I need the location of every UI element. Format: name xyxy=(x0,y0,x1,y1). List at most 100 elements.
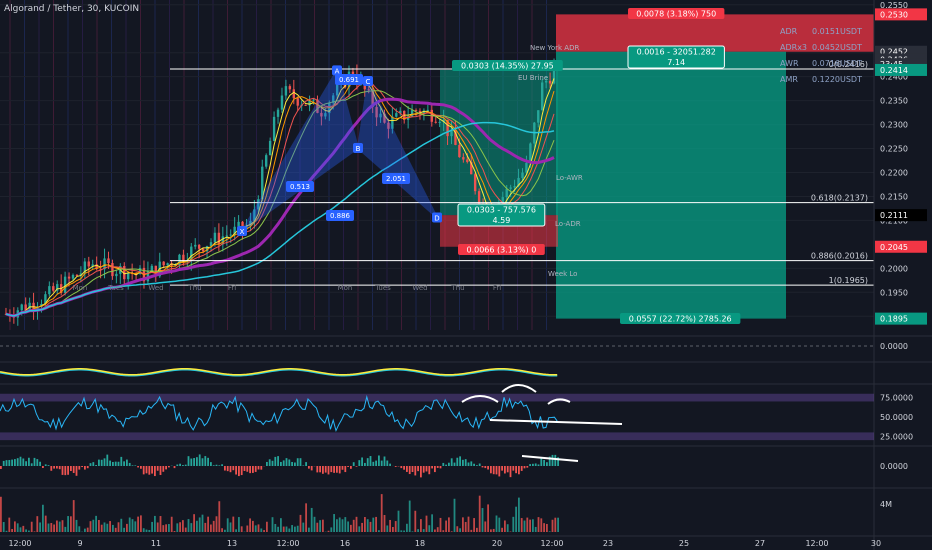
volume-bar xyxy=(383,515,386,532)
volume-bar xyxy=(394,521,397,532)
candle-body xyxy=(395,113,398,117)
macd-bar xyxy=(8,460,11,466)
price-tick: 0.2200 xyxy=(880,168,908,177)
macd-bar xyxy=(131,465,134,466)
volume-bar xyxy=(397,510,400,532)
volume-bar xyxy=(478,495,481,532)
macd-bar xyxy=(210,462,212,466)
volume-bar xyxy=(173,531,176,532)
macd-bar xyxy=(450,458,453,466)
volume-bar xyxy=(22,525,25,532)
volume-bar xyxy=(453,498,456,532)
volume-bar xyxy=(137,516,139,532)
candle-body xyxy=(225,235,228,237)
macd-bar xyxy=(120,456,123,466)
volume-bar xyxy=(44,515,47,532)
volume-bar xyxy=(240,526,243,532)
candle-body xyxy=(272,116,276,141)
volume-bar xyxy=(504,520,506,532)
candle-body xyxy=(280,95,284,110)
volume-bar xyxy=(28,530,30,532)
volume-bar xyxy=(470,529,473,532)
macd-bar xyxy=(156,466,159,471)
macd-bar xyxy=(518,466,520,475)
volume-bar xyxy=(148,529,151,532)
macd-bar xyxy=(296,458,299,466)
volume-bar xyxy=(341,519,344,532)
day-label: Fri xyxy=(493,284,501,292)
candle-body xyxy=(466,159,469,162)
volume-bar xyxy=(67,516,69,532)
volume-bar xyxy=(518,497,520,532)
candle-body xyxy=(473,174,477,192)
volume-bar xyxy=(229,522,232,532)
volume-bar xyxy=(210,524,212,532)
volume-bar xyxy=(176,523,179,532)
volume-bar xyxy=(140,515,142,532)
range-stat-value: 0.0151USDT xyxy=(812,27,862,36)
macd-bar xyxy=(254,466,257,472)
macd-bar xyxy=(36,459,39,466)
volume-bar xyxy=(285,526,288,532)
volume-bar xyxy=(11,528,13,532)
macd-bar xyxy=(182,465,184,466)
day-label: Mon xyxy=(338,284,353,292)
volume-bar xyxy=(215,516,218,532)
volume-bar xyxy=(61,520,64,532)
volume-bar xyxy=(498,517,501,532)
position-label-sub: 7.14 xyxy=(667,58,685,67)
price-tick: 0.2300 xyxy=(880,121,908,130)
range-stat-name: ADRx3 xyxy=(780,43,807,52)
volume-bar xyxy=(299,514,302,532)
volume-bar xyxy=(70,516,72,532)
macd-bar xyxy=(546,462,548,466)
volume-bar xyxy=(352,519,355,532)
macd-bar xyxy=(378,455,380,466)
volume-bar xyxy=(156,522,159,532)
osc-tick: 0.0000 xyxy=(880,342,908,351)
volume-bar xyxy=(364,517,366,532)
symbol-title[interactable]: Algorand / Tether, 30, KUCOIN xyxy=(4,4,139,14)
volume-bar xyxy=(165,524,167,532)
macd-bar xyxy=(193,458,195,466)
macd-bar xyxy=(50,466,53,471)
macd-bar xyxy=(19,456,22,466)
macd-bar xyxy=(347,466,349,467)
fib-level-label: 0.618(0.2137) xyxy=(811,194,868,203)
macd-bar xyxy=(512,466,515,471)
chart-canvas[interactable]: 0(0.2416)0.618(0.2137)0.886(0.2016)1(0.1… xyxy=(0,0,932,550)
volume-bar xyxy=(134,521,137,532)
volume-bar xyxy=(128,517,131,532)
volume-bar xyxy=(467,516,470,532)
volume-bar xyxy=(50,522,53,532)
volume-bar xyxy=(249,518,251,532)
macd-bar xyxy=(282,460,285,466)
volume-bar xyxy=(92,519,95,532)
time-tick: 25 xyxy=(679,539,689,548)
candle-body xyxy=(548,80,552,84)
candle-body xyxy=(48,286,51,295)
price-tag: 0.2045 xyxy=(880,243,908,252)
volume-bar xyxy=(464,521,467,532)
position-label: 0.0557 (22.72%) 2785.26 xyxy=(629,315,732,324)
macd-bar xyxy=(386,460,389,466)
volume-bar xyxy=(414,510,417,532)
volume-bar xyxy=(117,522,120,532)
candle-body xyxy=(509,187,512,189)
volume-bar xyxy=(495,515,498,532)
volume-bar xyxy=(372,517,375,532)
candle-body xyxy=(462,157,465,160)
macd-bar xyxy=(140,466,142,469)
volume-bar xyxy=(226,518,229,532)
candle-body xyxy=(162,261,165,266)
macd-bar xyxy=(369,456,372,466)
macd-bar xyxy=(490,466,492,474)
macd-bar xyxy=(128,462,131,466)
level-label: Lo-AWR xyxy=(556,174,583,182)
volume-bar xyxy=(30,521,33,532)
macd-bar xyxy=(344,466,347,473)
volume-bar xyxy=(420,519,422,532)
candle-body xyxy=(312,99,315,101)
candle-body xyxy=(115,273,118,277)
macd-bar xyxy=(112,462,114,466)
